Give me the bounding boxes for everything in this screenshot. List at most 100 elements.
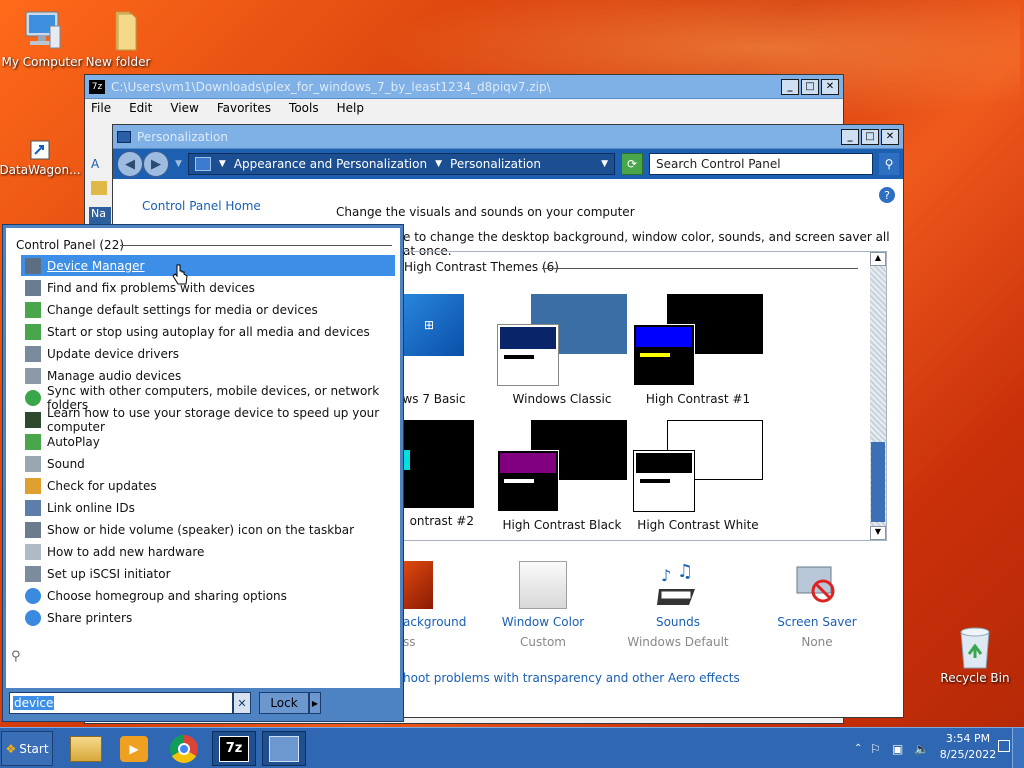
power-options-arrow-icon[interactable]: ▶ [309, 692, 321, 714]
taskbar-clock[interactable]: 3:54 PM 8/25/2022 [938, 731, 998, 763]
theme-high-contrast-black[interactable]: High Contrast Black [492, 420, 632, 532]
menu-view[interactable]: View [170, 101, 198, 115]
troubleshoot-link[interactable]: hoot problems with transparency and othe… [403, 671, 740, 685]
close-button[interactable]: ✕ [881, 128, 899, 145]
breadcrumb[interactable]: ▼ Appearance and Personalization ▼ Perso… [187, 153, 615, 175]
chevron-down-icon[interactable]: ▼ [435, 159, 442, 169]
desktop-icon-recycle-bin[interactable]: Recycle Bin [933, 624, 1017, 685]
sounds-icon: ♪ ♫ [653, 561, 703, 609]
scrollbar-thumb[interactable] [871, 442, 885, 522]
network-icon[interactable]: ▣ [892, 742, 903, 756]
autoplay-icon [25, 301, 41, 318]
user-accounts-icon [25, 499, 41, 516]
themes-scrollbar[interactable]: ▲ ▼ [870, 252, 886, 540]
theme-label: High Contrast Black [502, 518, 622, 532]
theme-windows-classic[interactable]: Windows Classic [492, 294, 632, 406]
theme-high-contrast-1[interactable]: High Contrast #1 [628, 294, 768, 406]
windows-logo-icon: ⊞ [394, 294, 464, 356]
screen-saver-label[interactable]: Screen Saver [767, 615, 867, 629]
group-divider [542, 268, 858, 269]
clear-search-icon[interactable]: ✕ [233, 692, 251, 714]
personalization-titlebar[interactable]: Personalization _ □ ✕ [113, 125, 903, 149]
theme-high-contrast-white[interactable]: High Contrast White [628, 420, 768, 532]
desktop-icon-datawagon[interactable]: DataWagon... [0, 140, 82, 177]
driver-icon [25, 345, 41, 362]
minimize-button[interactable]: _ [781, 78, 799, 95]
breadcrumb-item-personalization[interactable]: Personalization [450, 157, 541, 171]
theme-thumbnail [633, 294, 763, 386]
taskbar-explorer-button[interactable] [64, 731, 108, 766]
control-panel-home-link[interactable]: Control Panel Home [142, 199, 261, 213]
maximize-button[interactable]: □ [861, 128, 879, 145]
result-find-fix-devices[interactable]: Find and fix problems with devices [21, 277, 395, 298]
result-device-manager[interactable]: Device Manager [21, 255, 395, 276]
desktop-background-label[interactable]: ackground [403, 615, 466, 629]
taskbar: ❖ Start ▶ 7z ⌃ ⚐ ▣ 🔈 3:54 PM 8/25/2022 [0, 727, 1024, 768]
result-default-settings-media[interactable]: Change default settings for media or dev… [21, 299, 395, 320]
desktop-icon-new-folder[interactable]: New folder [76, 8, 160, 69]
search-icon[interactable]: ⚲ [879, 153, 899, 175]
chevron-down-icon[interactable]: ▼ [601, 159, 608, 169]
recent-pages-icon[interactable]: ▼ [175, 159, 182, 169]
sounds-item[interactable]: ♪ ♫ Sounds Windows Default [623, 561, 733, 649]
sevenzip-menubar: File Edit View Favorites Tools Help [85, 99, 843, 117]
result-link-online-ids[interactable]: Link online IDs [21, 497, 395, 518]
svg-text:♫: ♫ [677, 561, 693, 582]
result-storage-device[interactable]: Learn how to use your storage device to … [21, 406, 395, 434]
see-more-results-icon[interactable]: ⚲ [11, 649, 21, 664]
screen-saver-item[interactable]: Screen Saver None [767, 561, 867, 649]
refresh-icon[interactable]: ⟳ [621, 153, 643, 175]
help-topic-icon [25, 543, 41, 560]
taskbar-control-panel-button[interactable] [262, 731, 306, 766]
menu-favorites[interactable]: Favorites [217, 101, 271, 115]
result-check-updates[interactable]: Check for updates [21, 475, 395, 496]
help-icon[interactable]: ? [879, 187, 895, 203]
start-search-input[interactable]: device [9, 692, 233, 714]
taskbar-chrome-button[interactable] [162, 731, 206, 766]
taskbar-media-player-button[interactable]: ▶ [112, 731, 156, 766]
maximize-button[interactable]: □ [801, 78, 819, 95]
desktop-background-item[interactable]: ackground ss [403, 561, 466, 649]
breadcrumb-item-appearance[interactable]: Appearance and Personalization [234, 157, 427, 171]
forward-button[interactable]: ▶ [143, 151, 169, 177]
theme-windows-7-basic[interactable]: ⊞ ws 7 Basic [394, 294, 474, 406]
result-sound[interactable]: Sound [21, 453, 395, 474]
result-update-drivers[interactable]: Update device drivers [21, 343, 395, 364]
show-hidden-icons-icon[interactable]: ⌃ [854, 743, 862, 754]
result-iscsi-initiator[interactable]: Set up iSCSI initiator [21, 563, 395, 584]
taskbar-7zip-button[interactable]: 7z [212, 731, 256, 766]
result-add-hardware[interactable]: How to add new hardware [21, 541, 395, 562]
volume-icon[interactable]: 🔈 [914, 742, 929, 756]
results-group-header: Control Panel (22) [16, 238, 125, 252]
window-color-item[interactable]: Window Color Custom [493, 561, 593, 649]
lock-button[interactable]: Lock [259, 692, 309, 714]
sync-center-icon [25, 389, 41, 406]
close-button[interactable]: ✕ [821, 78, 839, 95]
result-homegroup[interactable]: Choose homegroup and sharing options [21, 585, 395, 606]
menu-help[interactable]: Help [337, 101, 364, 115]
chevron-down-icon[interactable]: ▼ [219, 159, 226, 169]
back-button[interactable]: ◀ [117, 151, 143, 177]
menu-edit[interactable]: Edit [129, 101, 152, 115]
menu-file[interactable]: File [91, 101, 111, 115]
result-autoplay[interactable]: AutoPlay [21, 431, 395, 452]
shortcut-icon [30, 140, 50, 160]
result-share-printers[interactable]: Share printers [21, 607, 395, 628]
action-center-icon[interactable]: ⚐ [870, 742, 881, 756]
sounds-label[interactable]: Sounds [623, 615, 733, 629]
scroll-up-button[interactable]: ▲ [870, 252, 886, 266]
result-start-stop-autoplay[interactable]: Start or stop using autoplay for all med… [21, 321, 395, 342]
search-input[interactable]: Search Control Panel [649, 153, 873, 175]
sevenzip-column-header: Na [89, 207, 111, 225]
menu-tools[interactable]: Tools [289, 101, 319, 115]
start-button[interactable]: ❖ Start [1, 731, 53, 766]
scroll-down-button[interactable]: ▼ [870, 526, 886, 540]
folder-icon [91, 181, 107, 195]
show-desktop-button[interactable] [1012, 728, 1024, 768]
desktop-icon-my-computer[interactable]: My Computer [0, 8, 84, 69]
result-volume-icon-taskbar[interactable]: Show or hide volume (speaker) icon on th… [21, 519, 395, 540]
minimize-button[interactable]: _ [841, 128, 859, 145]
sevenzip-titlebar[interactable]: 7z C:\Users\vm1\Downloads\plex_for_windo… [85, 75, 843, 99]
window-color-label[interactable]: Window Color [493, 615, 593, 629]
notification-icon[interactable] [998, 740, 1010, 752]
